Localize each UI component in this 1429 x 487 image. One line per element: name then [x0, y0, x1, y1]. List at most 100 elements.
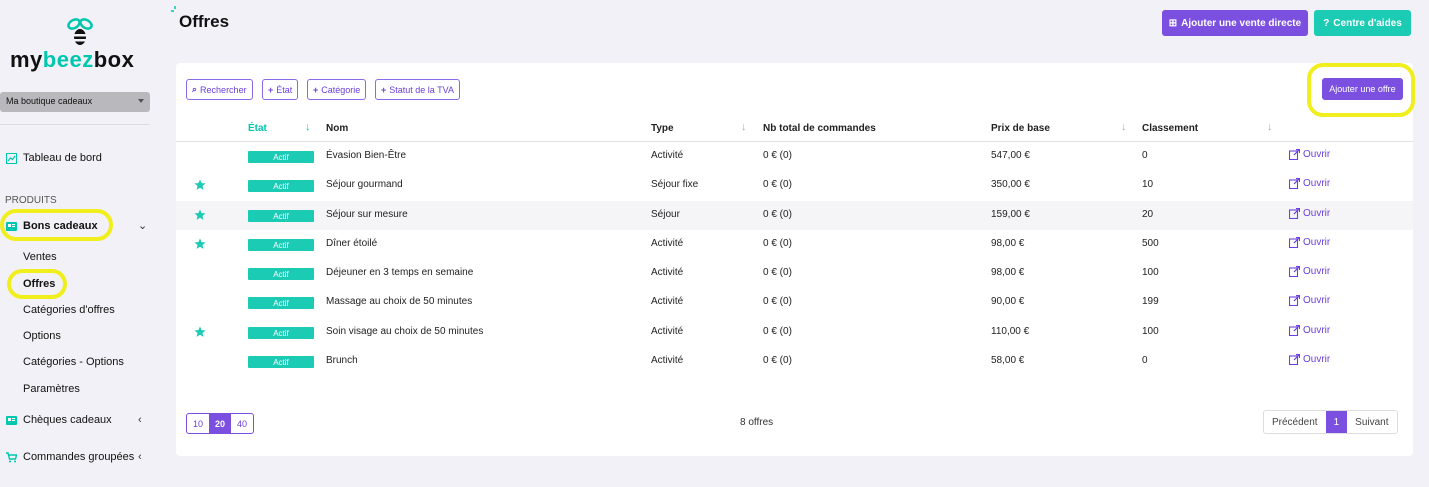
- open-link[interactable]: Ouvrir: [1289, 354, 1330, 365]
- cell-rank: 500: [1142, 238, 1159, 249]
- caret-down-icon: [138, 99, 144, 103]
- nav-dashboard-label: Tableau de bord: [23, 152, 102, 164]
- previous-page-button[interactable]: Précédent: [1264, 411, 1326, 433]
- filter-state-button[interactable]: + État: [262, 79, 299, 100]
- cell-name: Soin visage au choix de 50 minutes: [326, 326, 484, 337]
- column-header-rank[interactable]: Classement: [1142, 123, 1198, 134]
- sidebar-item-categories-options[interactable]: Catégories - Options: [23, 356, 124, 368]
- plus-icon: +: [313, 84, 319, 95]
- chevron-down-icon[interactable]: ⌄: [138, 219, 147, 232]
- column-header-state[interactable]: État: [248, 123, 267, 134]
- open-link[interactable]: Ouvrir: [1289, 208, 1330, 219]
- chevron-left-icon[interactable]: ‹: [138, 451, 142, 463]
- open-link[interactable]: Ouvrir: [1289, 325, 1330, 336]
- section-label-products: PRODUITS: [5, 195, 57, 206]
- open-link[interactable]: Ouvrir: [1289, 266, 1330, 277]
- status-badge: Actif: [248, 327, 314, 339]
- cell-rank: 0: [1142, 150, 1148, 161]
- external-link-icon: [1289, 178, 1300, 189]
- open-link-label: Ouvrir: [1303, 295, 1331, 306]
- cell-name: Séjour sur mesure: [326, 209, 408, 220]
- cell-rank: 199: [1142, 296, 1159, 307]
- column-header-name[interactable]: Nom: [326, 123, 348, 134]
- cell-type: Activité: [651, 238, 684, 249]
- table-row: Actif Séjour sur mesure Séjour 0 € (0) 159,0…: [176, 201, 1413, 230]
- cell-price: 110,00 €: [991, 326, 1030, 337]
- filter-search-button[interactable]: ⌕ Rechercher: [186, 79, 253, 100]
- cell-rank: 20: [1142, 209, 1154, 220]
- star-icon[interactable]: [194, 209, 206, 221]
- sort-arrow-icon[interactable]: ↓: [1267, 121, 1273, 133]
- table-row: Actif Massage au choix de 50 minutes Activ…: [176, 288, 1413, 317]
- star-icon[interactable]: [194, 326, 206, 338]
- cell-rank: 100: [1142, 326, 1159, 337]
- add-direct-sale-button[interactable]: ⊞ Ajouter une vente directe: [1162, 10, 1308, 36]
- bee-icon: [67, 18, 93, 45]
- cell-name: Brunch: [326, 355, 358, 366]
- open-link-label: Ouvrir: [1303, 354, 1331, 365]
- chevron-left-icon[interactable]: ‹: [138, 414, 142, 426]
- filter-state-label: État: [276, 84, 293, 95]
- current-page-button[interactable]: 1: [1325, 411, 1348, 433]
- open-link-label: Ouvrir: [1303, 149, 1331, 160]
- cell-price: 90,00 €: [991, 296, 1025, 307]
- cell-type: Activité: [651, 150, 684, 161]
- cell-orders: 0 € (0): [763, 296, 792, 307]
- filter-vat-button[interactable]: + Statut de la TVA: [375, 79, 460, 100]
- highlight-offres: [7, 269, 67, 299]
- open-link[interactable]: Ouvrir: [1289, 237, 1330, 248]
- cart-icon: [6, 451, 17, 462]
- open-link-label: Ouvrir: [1303, 266, 1331, 277]
- cell-price: 159,00 €: [991, 209, 1030, 220]
- page-size-40[interactable]: 40: [231, 414, 253, 433]
- column-header-price[interactable]: Prix de base: [991, 123, 1050, 134]
- sidebar-item-parametres[interactable]: Paramètres: [23, 383, 80, 395]
- open-link[interactable]: Ouvrir: [1289, 295, 1330, 306]
- cell-orders: 0 € (0): [763, 267, 792, 278]
- sidebar-item-categories-offres[interactable]: Catégories d'offres: [23, 304, 115, 316]
- star-icon[interactable]: [194, 238, 206, 250]
- open-link[interactable]: Ouvrir: [1289, 149, 1330, 160]
- cell-name: Dîner étoilé: [326, 238, 378, 249]
- cell-orders: 0 € (0): [763, 326, 792, 337]
- plus-icon: +: [381, 84, 387, 95]
- nav-gift-cheques-label: Chèques cadeaux: [23, 414, 112, 426]
- page-size-10[interactable]: 10: [187, 414, 209, 433]
- open-link[interactable]: Ouvrir: [1289, 178, 1330, 189]
- help-center-button[interactable]: ? Centre d'aides: [1314, 10, 1411, 36]
- star-icon[interactable]: [194, 179, 206, 191]
- cheque-icon: [6, 415, 17, 425]
- nav-group-orders[interactable]: Commandes groupées: [6, 451, 134, 463]
- page-title: Offres: [179, 12, 230, 31]
- cell-rank: 10: [1142, 179, 1154, 190]
- shop-select-value: Ma boutique cadeaux: [6, 96, 93, 106]
- next-page-button[interactable]: Suivant: [1347, 411, 1396, 433]
- filter-category-button[interactable]: + Catégorie: [307, 79, 367, 100]
- nav-gift-cheques[interactable]: Chèques cadeaux: [6, 414, 112, 426]
- column-header-orders[interactable]: Nb total de commandes: [763, 123, 876, 134]
- cell-name: Séjour gourmand: [326, 179, 403, 190]
- offers-count: 8 offres: [740, 417, 774, 428]
- filter-category-label: Catégorie: [321, 84, 361, 95]
- status-badge: Actif: [248, 239, 314, 251]
- cell-orders: 0 € (0): [763, 355, 792, 366]
- external-link-icon: [1289, 354, 1300, 365]
- column-header-type[interactable]: Type: [651, 123, 674, 134]
- sidebar-item-options[interactable]: Options: [23, 330, 61, 342]
- cell-price: 547,00 €: [991, 150, 1030, 161]
- sidebar-item-ventes[interactable]: Ventes: [23, 251, 57, 263]
- cell-orders: 0 € (0): [763, 179, 792, 190]
- shop-select[interactable]: Ma boutique cadeaux: [0, 92, 150, 112]
- sort-arrow-icon[interactable]: ↓: [1121, 121, 1127, 133]
- cell-price: 98,00 €: [991, 238, 1025, 249]
- sort-arrow-down-icon[interactable]: ↓: [305, 121, 311, 133]
- page-size-20[interactable]: 20: [209, 414, 231, 433]
- sort-arrow-icon[interactable]: ↓: [741, 121, 747, 133]
- table-row: Actif Dîner étoilé Activité 0 € (0) 98,00 € 5…: [176, 230, 1413, 259]
- cell-name: Massage au choix de 50 minutes: [326, 296, 473, 307]
- table-row: Actif Brunch Activité 0 € (0) 58,00 € 0 Ouvrir: [176, 347, 1413, 376]
- logo[interactable]: mybeezbox: [10, 16, 145, 72]
- cell-name: Déjeuner en 3 temps en semaine: [326, 267, 474, 278]
- nav-dashboard[interactable]: Tableau de bord: [6, 152, 102, 164]
- sidebar: mybeezbox Ma boutique cadeaux Tableau de…: [0, 0, 155, 487]
